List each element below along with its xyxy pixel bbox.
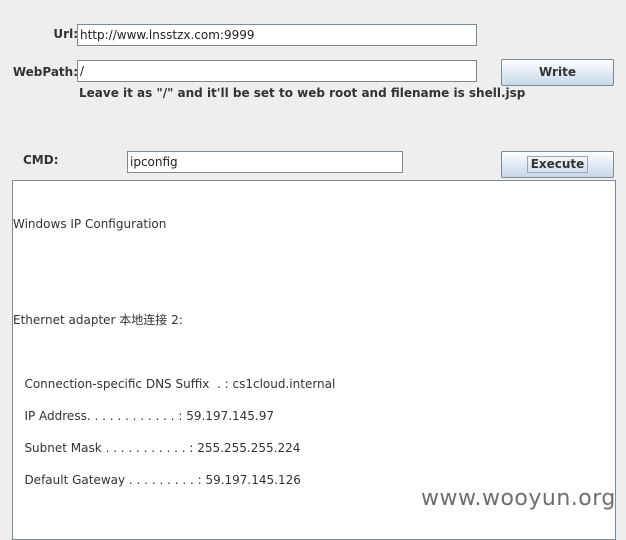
write-button[interactable]: Write (501, 59, 614, 86)
output-line: Subnet Mask . . . . . . . . . . . : 255.… (13, 441, 301, 455)
webpath-hint: Leave it as "/" and it'll be set to web … (79, 86, 526, 100)
cmd-input[interactable] (127, 151, 403, 173)
url-input[interactable] (77, 24, 477, 46)
url-label: Url: (53, 27, 78, 41)
output-line: Ethernet adapter 本地连接 2: (13, 313, 183, 327)
output-line: Windows IP Configuration (13, 217, 167, 231)
webpath-input[interactable] (77, 60, 477, 82)
output-line: IP Address. . . . . . . . . . . . : 59.1… (13, 409, 275, 423)
output-line: Default Gateway . . . . . . . . . : 59.1… (13, 473, 301, 487)
execute-button-label: Execute (526, 156, 589, 173)
write-button-label: Write (539, 65, 576, 79)
execute-button[interactable]: Execute (501, 151, 614, 178)
cmd-label: CMD: (23, 153, 59, 167)
output-line: Connection-specific DNS Suffix . : cs1cl… (13, 377, 336, 391)
webpath-label: WebPath: (12, 65, 78, 79)
watermark: www.wooyun.org (421, 486, 616, 511)
